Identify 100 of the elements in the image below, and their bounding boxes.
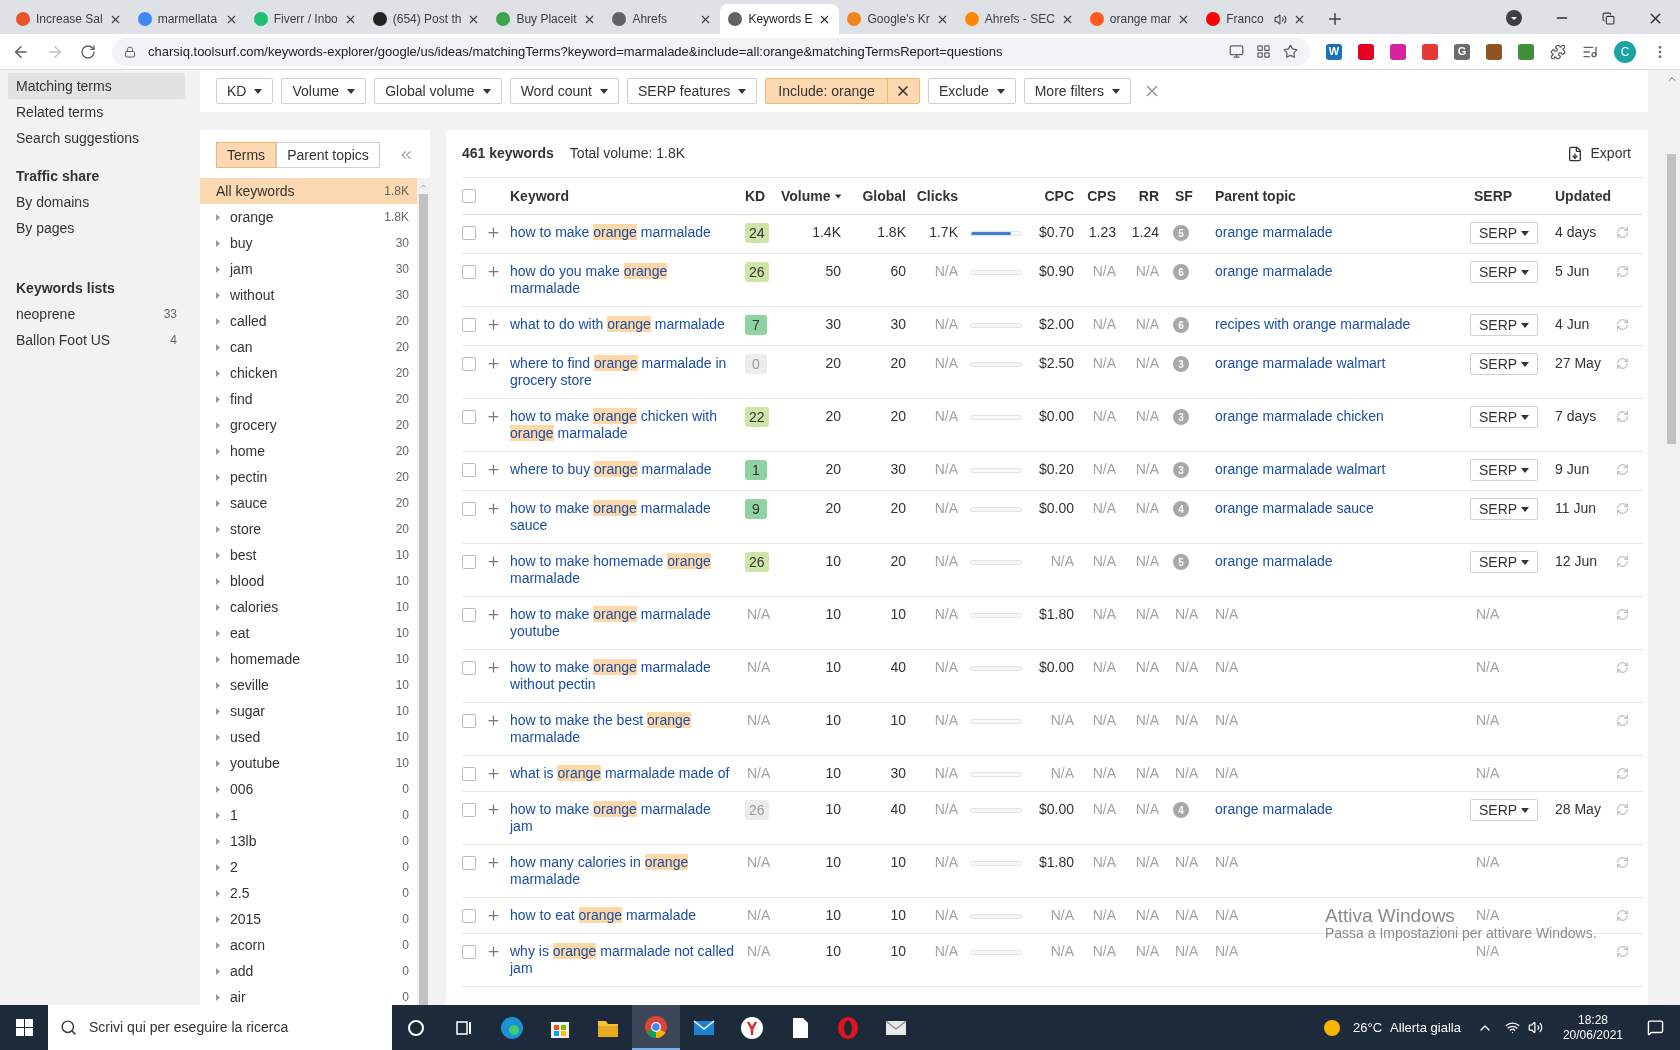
column-header[interactable]: Clicks <box>910 185 962 207</box>
term-item[interactable]: used 10 <box>200 724 417 750</box>
browser-tab[interactable]: Google's Kr <box>839 4 957 34</box>
add-to-list-icon[interactable] <box>486 908 501 923</box>
term-item[interactable]: All keywords 1.8K <box>200 178 417 204</box>
term-item[interactable]: find 20 <box>200 386 417 412</box>
reload-icon[interactable] <box>80 43 96 60</box>
expand-arrow-icon[interactable] <box>216 941 220 949</box>
clock[interactable]: 18:28 20/06/2021 <box>1554 1012 1631 1043</box>
row-checkbox[interactable] <box>462 555 476 569</box>
expand-arrow-icon[interactable] <box>216 655 220 663</box>
filter-chip[interactable]: Include: orange <box>765 78 920 104</box>
term-item[interactable]: air 0 <box>200 984 417 1005</box>
sidebar-item[interactable]: Matching terms <box>8 73 185 99</box>
term-item[interactable]: 006 0 <box>200 776 417 802</box>
refresh-icon[interactable] <box>1616 357 1629 370</box>
row-checkbox[interactable] <box>462 502 476 516</box>
row-checkbox[interactable] <box>462 226 476 240</box>
term-item[interactable]: home 20 <box>200 438 417 464</box>
term-item[interactable]: 2015 0 <box>200 906 417 932</box>
browser-tab[interactable]: Franco <box>1198 4 1315 34</box>
parent-topic-link[interactable]: orange marmalade <box>1215 224 1333 241</box>
add-to-list-icon[interactable] <box>486 660 501 675</box>
expand-arrow-icon[interactable] <box>216 291 220 299</box>
keyword-link[interactable]: how to make orange marmalade jam <box>510 801 745 835</box>
extension-icon[interactable] <box>1390 43 1406 60</box>
parent-topic-link[interactable]: orange marmalade chicken <box>1215 408 1384 425</box>
term-item[interactable]: blood 10 <box>200 568 417 594</box>
expand-arrow-icon[interactable] <box>216 447 220 455</box>
serp-dropdown[interactable]: SERP <box>1470 353 1538 375</box>
add-to-list-icon[interactable] <box>486 944 501 959</box>
term-item[interactable]: without 30 <box>200 282 417 308</box>
browser-tab[interactable]: Ahrefs - SEC <box>956 4 1082 34</box>
sidebar-item[interactable]: By pages <box>8 215 185 241</box>
serp-dropdown[interactable]: SERP <box>1470 551 1538 573</box>
expand-arrow-icon[interactable] <box>216 369 220 377</box>
browser-tab[interactable]: (654) Post th <box>364 4 489 34</box>
expand-arrow-icon[interactable] <box>216 499 220 507</box>
serp-dropdown[interactable]: SERP <box>1470 261 1538 283</box>
serp-dropdown[interactable]: SERP <box>1470 314 1538 336</box>
serp-dropdown[interactable]: SERP <box>1470 498 1538 520</box>
refresh-icon[interactable] <box>1616 909 1629 922</box>
browser-tab[interactable]: marmellata <box>129 4 246 34</box>
add-to-list-icon[interactable] <box>486 264 501 279</box>
sidebar-item[interactable]: Related terms <box>8 99 185 125</box>
expand-arrow-icon[interactable] <box>216 525 220 533</box>
keyword-link[interactable]: how to make orange chicken with orange marmalade <box>510 408 745 442</box>
term-item[interactable]: jam 30 <box>200 256 417 282</box>
expand-arrow-icon[interactable] <box>216 213 220 221</box>
filter-dropdown[interactable]: Volume <box>281 78 367 104</box>
expand-arrow-icon[interactable] <box>216 421 220 429</box>
keyword-link[interactable]: what is orange marmalade made of <box>510 765 745 782</box>
browser-tab[interactable]: Ahrefs <box>604 4 721 34</box>
add-to-list-icon[interactable] <box>486 225 501 240</box>
notifications-icon[interactable] <box>1647 1019 1664 1036</box>
parent-topic-link[interactable]: orange marmalade walmart <box>1215 461 1386 478</box>
select-all-checkbox[interactable] <box>462 189 476 203</box>
extension-icon[interactable] <box>1486 43 1502 60</box>
column-header[interactable]: SF <box>1163 185 1215 207</box>
keyword-link[interactable]: how to make orange marmalade youtube <box>510 606 745 640</box>
refresh-icon[interactable] <box>1616 463 1629 476</box>
refresh-icon[interactable] <box>1616 661 1629 674</box>
term-item[interactable]: sauce 20 <box>200 490 417 516</box>
column-header[interactable]: SERP <box>1470 185 1555 207</box>
volume-icon[interactable] <box>1527 1020 1543 1035</box>
row-checkbox[interactable] <box>462 318 476 332</box>
column-header[interactable]: Volume <box>781 185 845 207</box>
parent-topic-link[interactable]: orange marmalade <box>1215 553 1333 570</box>
row-checkbox[interactable] <box>462 357 476 371</box>
expand-arrow-icon[interactable] <box>216 759 220 767</box>
term-item[interactable]: orange 1.8K <box>200 204 417 230</box>
add-to-list-icon[interactable] <box>486 713 501 728</box>
filter-dropdown[interactable]: Exclude <box>927 78 1016 104</box>
scrollbar-thumb[interactable] <box>1667 154 1676 444</box>
add-to-list-icon[interactable] <box>486 554 501 569</box>
expand-arrow-icon[interactable] <box>216 993 220 1001</box>
expand-arrow-icon[interactable] <box>216 889 220 897</box>
keyword-link[interactable]: how to make homemade orange marmalade <box>510 553 745 587</box>
term-item[interactable]: sugar 10 <box>200 698 417 724</box>
extension-icon[interactable]: W <box>1326 43 1342 60</box>
row-checkbox[interactable] <box>462 463 476 477</box>
parent-topic-link[interactable]: orange marmalade <box>1215 801 1333 818</box>
filter-dropdown[interactable]: SERP features <box>627 78 758 104</box>
refresh-icon[interactable] <box>1616 608 1629 621</box>
refresh-icon[interactable] <box>1616 945 1629 958</box>
monitor-icon[interactable] <box>1229 44 1244 59</box>
keyword-link[interactable]: how to make orange marmalade without pectin <box>510 659 745 693</box>
expand-arrow-icon[interactable] <box>216 863 220 871</box>
expand-arrow-icon[interactable] <box>216 967 220 975</box>
term-item[interactable]: 2 0 <box>200 854 417 880</box>
term-item[interactable]: best 10 <box>200 542 417 568</box>
parent-topic-link[interactable]: recipes with orange marmalade <box>1215 316 1411 333</box>
term-item[interactable]: 2.5 0 <box>200 880 417 906</box>
scroll-up-icon[interactable] <box>1666 74 1677 84</box>
term-item[interactable]: pectin 20 <box>200 464 417 490</box>
add-to-list-icon[interactable] <box>486 317 501 332</box>
row-checkbox[interactable] <box>462 909 476 923</box>
serp-dropdown[interactable]: SERP <box>1470 222 1538 244</box>
expand-arrow-icon[interactable] <box>216 317 220 325</box>
add-to-list-icon[interactable] <box>486 356 501 371</box>
